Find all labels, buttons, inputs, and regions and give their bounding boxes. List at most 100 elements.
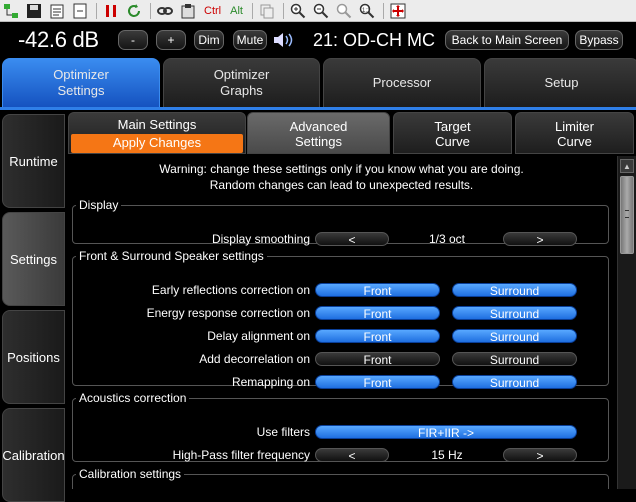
zoom-out-icon[interactable] [312,2,330,20]
group-title: Acoustics correction [79,391,187,405]
front-toggle[interactable]: Front [315,283,440,298]
speaker-setting-row: Early reflections correction on Front Surr… [73,281,610,301]
network-icon[interactable] [2,2,20,20]
warning-line: Warning: change these settings only if y… [159,162,524,176]
smoothing-decrease-button[interactable]: < [315,232,389,247]
toolbar: Ctrl Alt 1:1 [0,0,636,22]
sub-tabs: Main Settings Apply Changes Advanced Sett… [66,112,636,154]
back-to-main-screen-button[interactable]: Back to Main Screen [445,30,569,50]
mute-button[interactable]: Mute [233,30,267,50]
tab-label: Graphs [220,83,263,98]
tab-underline [0,107,636,110]
subtab-label: Advanced [289,119,348,134]
display-smoothing-row: Display smoothing < 1/3 oct > [73,230,610,250]
properties-icon[interactable] [48,2,66,20]
tab-label: Processor [372,75,432,90]
subtab-advanced-settings[interactable]: Advanced Settings [247,112,390,154]
bypass-button[interactable]: Bypass [575,30,623,50]
speaker-setting-row: Remapping on Front Surround [73,373,610,393]
high-pass-value: 15 Hz [431,448,463,462]
use-filters-button[interactable]: FIR+IIR -> [315,425,577,440]
row-label: Energy response correction on [146,306,310,320]
speaker-settings-group: Front & Surround Speaker settings Early … [72,249,610,390]
surround-toggle[interactable]: Surround [452,329,577,344]
side-tab-positions[interactable]: Positions [2,310,65,404]
surround-toggle[interactable]: Surround [452,283,577,298]
subtab-label: Main Settings [117,117,197,132]
vertical-scrollbar[interactable]: ▲ [617,156,636,489]
toolbar-separator [251,2,253,19]
zoom-in-icon[interactable] [289,2,307,20]
display-group: Display Display smoothing < 1/3 oct > [72,198,609,247]
row-label: High-Pass filter frequency [172,448,310,462]
tab-label: Optimizer [213,67,270,82]
tab-optimizer-settings[interactable]: Optimizer Settings [2,58,160,108]
front-toggle[interactable]: Front [315,329,440,344]
advanced-settings-panel: Warning: change these settings only if y… [66,156,617,489]
row-label: Early reflections correction on [151,283,310,297]
subtab-label: Target [434,119,471,134]
subtab-label: Curve [435,134,470,149]
speaker-setting-row: Energy response correction on Front Surrou… [73,304,610,324]
apply-changes-button[interactable]: Apply Changes [71,134,243,153]
document-icon[interactable] [71,2,89,20]
front-toggle[interactable]: Front [315,306,440,321]
pause-icon[interactable] [102,2,120,20]
front-toggle[interactable]: Front [315,375,440,390]
toolbar-separator [382,2,384,19]
smoothing-increase-button[interactable]: > [503,232,577,247]
speaker-setting-row: Add decorrelation on Front Surround [73,350,610,370]
tab-optimizer-graphs[interactable]: Optimizer Graphs [163,58,320,108]
calibration-settings-group: Calibration settings [72,467,609,489]
zoom-fit-icon[interactable] [335,2,353,20]
refresh-icon[interactable] [125,2,143,20]
side-tabs: Runtime Settings Positions Calibration [0,112,66,502]
dim-button[interactable]: Dim [194,30,224,50]
speaker-icon[interactable] [273,30,299,50]
side-tab-runtime[interactable]: Runtime [2,114,65,208]
subtab-label: Limiter [554,119,594,134]
group-title: Calibration settings [79,467,182,481]
acoustics-correction-group: Acoustics correction Use filters FIR+IIR… [72,391,609,463]
fullscreen-icon[interactable] [389,2,407,20]
side-tab-calibration[interactable]: Calibration [2,408,65,502]
tab-setup[interactable]: Setup [484,58,636,108]
surround-toggle[interactable]: Surround [452,352,577,367]
speaker-setting-row: Delay alignment on Front Surround [73,327,610,347]
side-tab-settings[interactable]: Settings [2,212,65,306]
preset-name: 21: OD-CH MC [313,29,436,50]
ctrl-key[interactable]: Ctrl [204,5,221,17]
svg-text:1:1: 1:1 [362,8,371,14]
subtab-label: Curve [557,134,592,149]
save-icon[interactable] [25,2,43,20]
subtab-limiter-curve[interactable]: Limiter Curve [515,112,634,154]
group-title: Display [79,198,119,212]
clipboard-icon[interactable] [179,2,197,20]
subtab-target-curve[interactable]: Target Curve [393,112,512,154]
toolbar-separator [282,2,284,19]
copy-icon[interactable] [258,2,276,20]
tab-label: Optimizer [53,67,109,82]
zoom-actual-icon[interactable]: 1:1 [358,2,376,20]
status-bar: -42.6 dB - + Dim Mute 21: OD-CH MC Back … [0,22,636,58]
alt-key[interactable]: Alt [230,5,243,17]
row-label: Display smoothing [211,232,310,246]
group-title: Front & Surround Speaker settings [79,249,264,263]
subtab-main-settings[interactable]: Main Settings Apply Changes [68,112,246,154]
toolbar-separator [96,2,97,19]
tab-processor[interactable]: Processor [323,58,481,108]
surround-toggle[interactable]: Surround [452,306,577,321]
volume-up-button[interactable]: + [156,30,186,50]
surround-toggle[interactable]: Surround [452,375,577,390]
warning-text: Warning: change these settings only if y… [66,161,617,193]
high-pass-decrease-button[interactable]: < [315,448,389,463]
link-icon[interactable] [156,2,174,20]
toolbar-separator [150,2,151,19]
high-pass-increase-button[interactable]: > [503,448,577,463]
row-label: Delay alignment on [207,329,310,343]
volume-down-button[interactable]: - [118,30,148,50]
volume-readout: -42.6 dB [18,27,99,52]
front-toggle[interactable]: Front [315,352,440,367]
main-tabs: Optimizer Settings Optimizer Graphs Proces… [0,58,636,108]
scroll-up-icon[interactable]: ▲ [620,159,634,173]
